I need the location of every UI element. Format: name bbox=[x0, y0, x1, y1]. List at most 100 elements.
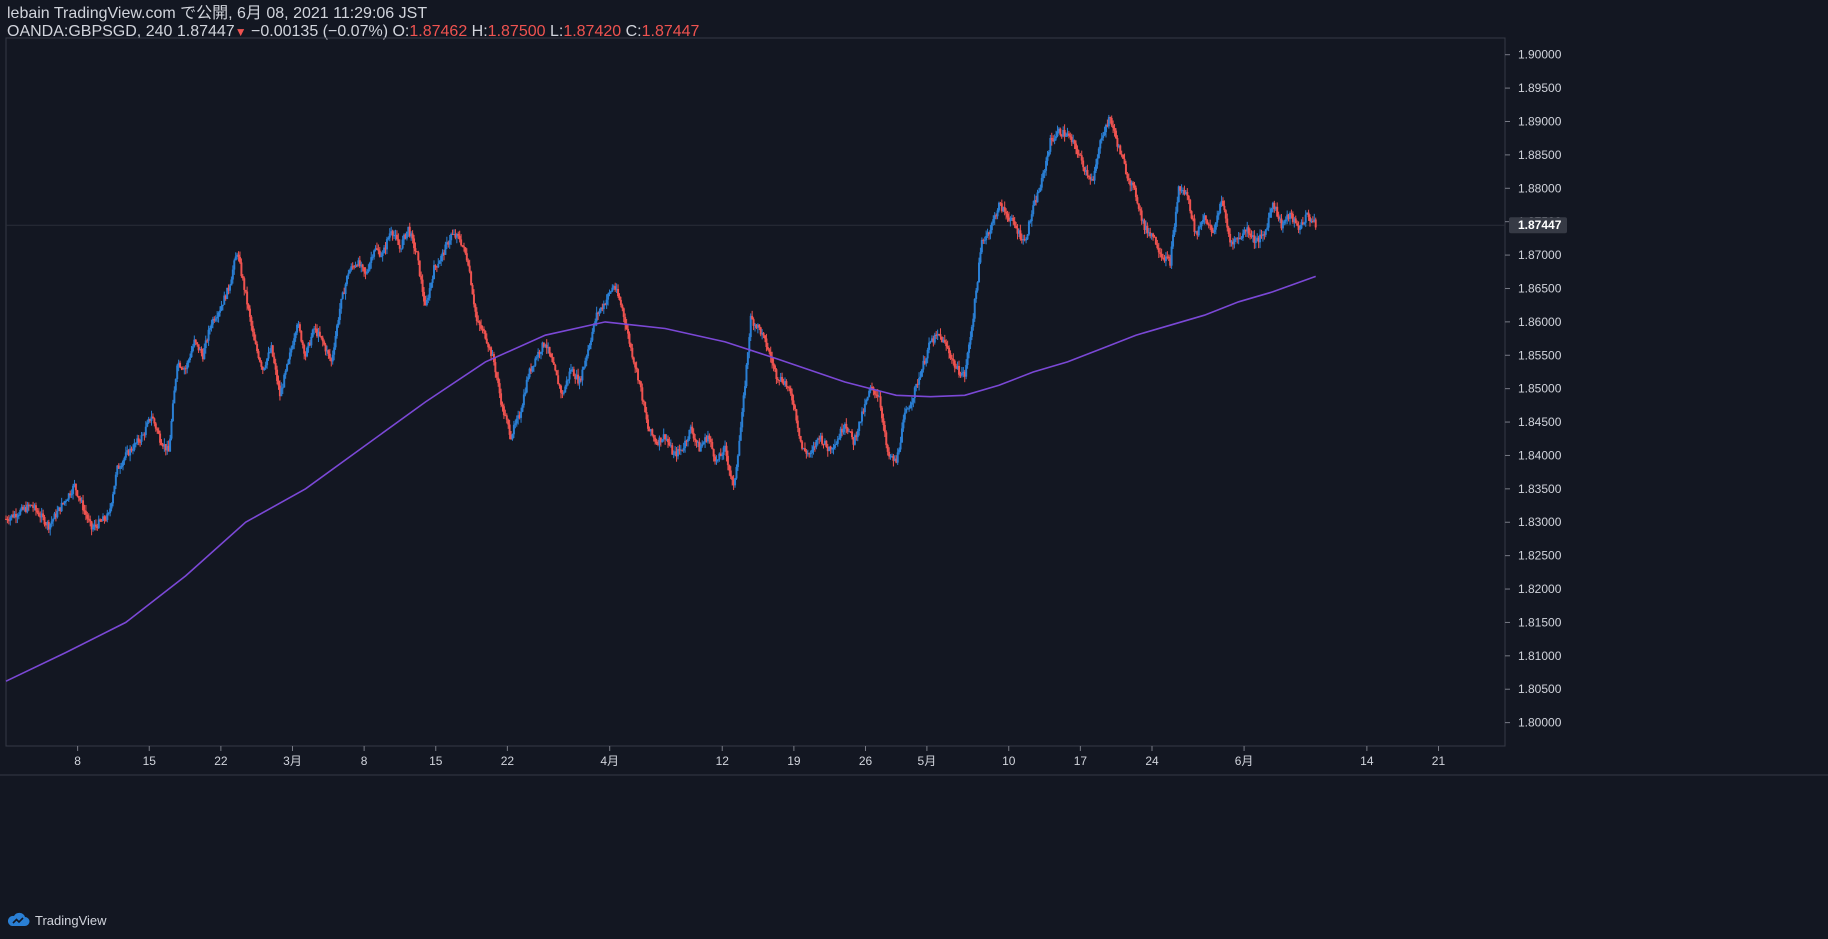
x-tick-label: 17 bbox=[1074, 754, 1088, 768]
candle-body bbox=[647, 419, 650, 429]
candle-body bbox=[952, 359, 955, 361]
candle-body bbox=[6, 518, 9, 521]
candle-body bbox=[415, 251, 418, 253]
candle-body bbox=[300, 330, 303, 342]
candle-body bbox=[856, 431, 859, 438]
candle-body bbox=[618, 296, 621, 300]
candle-body bbox=[1167, 256, 1170, 259]
candle-body bbox=[151, 416, 154, 419]
price-chart[interactable]: 1.900001.895001.890001.885001.880001.875… bbox=[0, 0, 1828, 939]
candle-body bbox=[121, 461, 124, 466]
candle-body bbox=[1063, 130, 1066, 137]
candle-body bbox=[241, 276, 244, 279]
candle-body bbox=[1096, 158, 1099, 165]
candle-body bbox=[256, 344, 259, 352]
candle-body bbox=[56, 510, 59, 518]
candle-body bbox=[464, 247, 467, 254]
candle-body bbox=[691, 426, 694, 433]
candle-body bbox=[859, 421, 862, 423]
candle-body bbox=[250, 316, 253, 326]
candle-body bbox=[1082, 160, 1085, 168]
brand-label: TradingView bbox=[35, 912, 107, 928]
candle-body bbox=[776, 378, 779, 381]
price-axis[interactable]: 1.900001.895001.890001.885001.880001.875… bbox=[1505, 48, 1567, 730]
candle-body bbox=[1136, 197, 1139, 204]
candle-body bbox=[684, 440, 687, 449]
candle-body bbox=[385, 239, 388, 250]
candle-body bbox=[64, 501, 67, 503]
candle-body bbox=[284, 370, 287, 375]
candle-body bbox=[792, 400, 795, 406]
candle-body bbox=[552, 362, 555, 365]
candle-body bbox=[428, 288, 431, 298]
candle-body bbox=[534, 358, 537, 366]
candle-body bbox=[822, 443, 825, 445]
candle-body bbox=[768, 349, 771, 352]
candle-body bbox=[84, 510, 87, 515]
candle-body bbox=[231, 269, 234, 280]
candle-body bbox=[559, 385, 562, 393]
candle-body bbox=[688, 429, 691, 440]
candle-body bbox=[254, 340, 257, 345]
candle-body bbox=[725, 445, 728, 456]
candle-body bbox=[391, 231, 394, 236]
candle-body bbox=[933, 334, 936, 343]
candle-body bbox=[514, 423, 517, 425]
x-tick-label: 14 bbox=[1360, 754, 1374, 768]
candle-body bbox=[1075, 143, 1078, 149]
candle-body bbox=[682, 448, 685, 451]
candle-body bbox=[1045, 160, 1048, 171]
candle-body bbox=[1216, 215, 1219, 223]
brand-footer[interactable]: TradingView bbox=[6, 910, 107, 930]
candle-body bbox=[156, 428, 159, 431]
candle-body bbox=[799, 435, 802, 442]
candle-body bbox=[898, 449, 901, 453]
candle-body bbox=[772, 363, 775, 366]
candle-body bbox=[549, 353, 552, 358]
candle-body bbox=[290, 348, 293, 353]
candle-body bbox=[230, 279, 233, 286]
candle-body bbox=[344, 284, 347, 295]
candle-body bbox=[1214, 222, 1217, 230]
candle-body bbox=[134, 443, 137, 445]
candle-body bbox=[310, 336, 313, 346]
candle-body bbox=[627, 328, 630, 334]
candle-body bbox=[500, 393, 503, 405]
x-tick-label: 3月 bbox=[283, 754, 302, 768]
candle-body bbox=[694, 438, 697, 441]
candle-body bbox=[94, 524, 97, 527]
candle-body bbox=[721, 455, 724, 457]
candle-body bbox=[1204, 215, 1207, 221]
candle-body bbox=[968, 344, 971, 353]
candle-body bbox=[1290, 213, 1293, 215]
candle-body bbox=[311, 329, 314, 337]
candle-body bbox=[1076, 148, 1079, 155]
candle-body bbox=[631, 347, 634, 358]
candle-body bbox=[1139, 208, 1142, 211]
candle-body bbox=[345, 275, 348, 285]
candle-body bbox=[221, 304, 224, 307]
candle-body bbox=[1039, 187, 1042, 192]
candle-body bbox=[1080, 155, 1083, 161]
candle-body bbox=[1241, 233, 1244, 238]
candle-body bbox=[92, 527, 95, 530]
candle-body bbox=[588, 345, 591, 350]
y-tick-label: 1.86000 bbox=[1518, 315, 1562, 329]
y-tick-label: 1.86500 bbox=[1518, 281, 1562, 295]
y-tick-label: 1.81000 bbox=[1518, 649, 1562, 663]
candle-body bbox=[1094, 164, 1097, 171]
candle-body bbox=[985, 235, 988, 241]
candle-body bbox=[438, 261, 441, 264]
candle-body bbox=[654, 437, 657, 442]
candle-body bbox=[793, 405, 796, 410]
candle-body bbox=[888, 451, 891, 457]
candle-body bbox=[457, 233, 460, 236]
candle-body bbox=[973, 298, 976, 319]
candle-body bbox=[220, 306, 223, 311]
candle-body bbox=[103, 516, 106, 520]
candle-body bbox=[318, 331, 321, 337]
candle-body bbox=[1247, 227, 1250, 234]
time-axis[interactable]: 8 15 22 3月 8 15 22 4月 12 19 26 5月 10 17 24 6月 14 21 bbox=[74, 746, 1445, 768]
candle-body bbox=[327, 350, 330, 354]
candle-body bbox=[866, 396, 869, 401]
